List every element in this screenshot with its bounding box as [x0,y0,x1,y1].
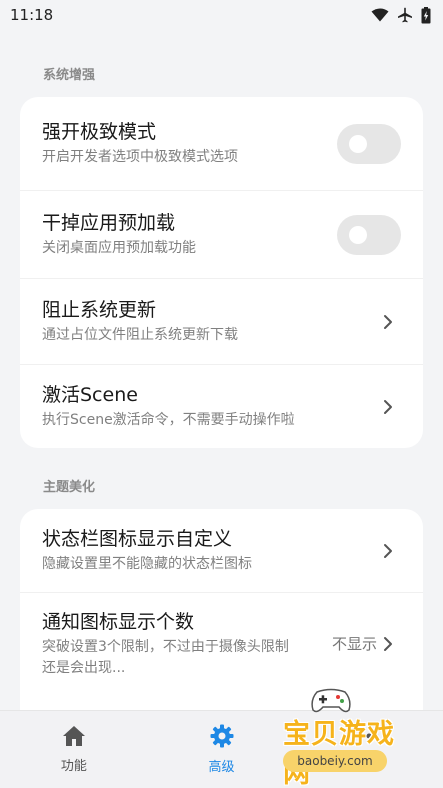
setting-row-preload[interactable]: 干掉应用预加载 关闭桌面应用预加载功能 [20,191,423,279]
preload-toggle[interactable] [337,214,401,255]
status-icons [371,6,431,24]
card-system-enhance: 强开极致模式 开启开发者选项中极致模式选项 干掉应用预加载 关闭桌面应用预加载功… [20,97,423,448]
status-bar: 11:18 [0,0,443,30]
chevron-right-icon [383,399,393,415]
status-time: 11:18 [10,6,54,24]
setting-title: 通知图标显示个数 [42,611,195,633]
chevron-right-icon [383,314,393,330]
watermark-url: baobeiy.com [283,750,387,772]
setting-desc: 开启开发者选项中极致模式选项 [42,149,238,165]
nav-label: 高级 [208,760,235,775]
setting-row-block-update[interactable]: 阻止系统更新 通过占位文件阻止系统更新下载 [20,279,423,365]
setting-row-extreme-mode[interactable]: 强开极致模式 开启开发者选项中极致模式选项 [20,97,423,191]
chevron-right-icon [383,636,393,652]
setting-desc: 通过占位文件阻止系统更新下载 [42,327,238,343]
setting-row-activate-scene[interactable]: 激活Scene 执行Scene激活命令，不需要手动操作啦 [20,365,423,448]
battery-charging-icon [421,6,431,23]
setting-desc: 执行Scene激活命令，不需要手动操作啦 [42,412,295,428]
setting-desc: 突破设置3个限制，不过由于摄像头限制还是会出现... [42,639,289,676]
setting-desc: 关闭桌面应用预加载功能 [42,240,196,256]
card-theme: 状态栏图标显示自定义 隐藏设置里不能隐藏的状态栏图标 通知图标显示个数 突破设置… [20,509,423,710]
settings-content[interactable]: 系统增强 强开极致模式 开启开发者选项中极致模式选项 干掉应用预加载 关闭桌面应… [0,30,443,710]
nav-label: 功能 [60,759,87,774]
home-icon [62,726,85,746]
setting-title: 状态栏图标显示自定义 [42,528,233,550]
gamepad-icon [311,688,351,713]
extreme-mode-toggle[interactable] [337,123,401,164]
chevron-right-icon [383,543,393,559]
nav-tab-features[interactable]: 功能 [0,711,148,788]
setting-title: 阻止系统更新 [42,299,157,321]
wifi-icon [371,8,389,22]
section-title-theme: 主题美化 [43,480,96,495]
gear-icon [210,724,233,748]
section-title-system-enhance: 系统增强 [43,68,96,83]
setting-title: 激活Scene [42,384,138,406]
toggle-knob [349,225,367,244]
setting-desc: 隐藏设置里不能隐藏的状态栏图标 [42,556,252,572]
setting-title: 干掉应用预加载 [42,212,176,234]
toggle-knob [349,134,367,153]
setting-row-statusbar-icons[interactable]: 状态栏图标显示自定义 隐藏设置里不能隐藏的状态栏图标 [20,509,423,593]
watermark-logo: 宝贝游戏网 baobeiy.com [265,688,415,788]
airplane-icon [398,7,412,23]
setting-value: 不显示 [331,635,377,653]
setting-title: 强开极致模式 [42,121,157,143]
